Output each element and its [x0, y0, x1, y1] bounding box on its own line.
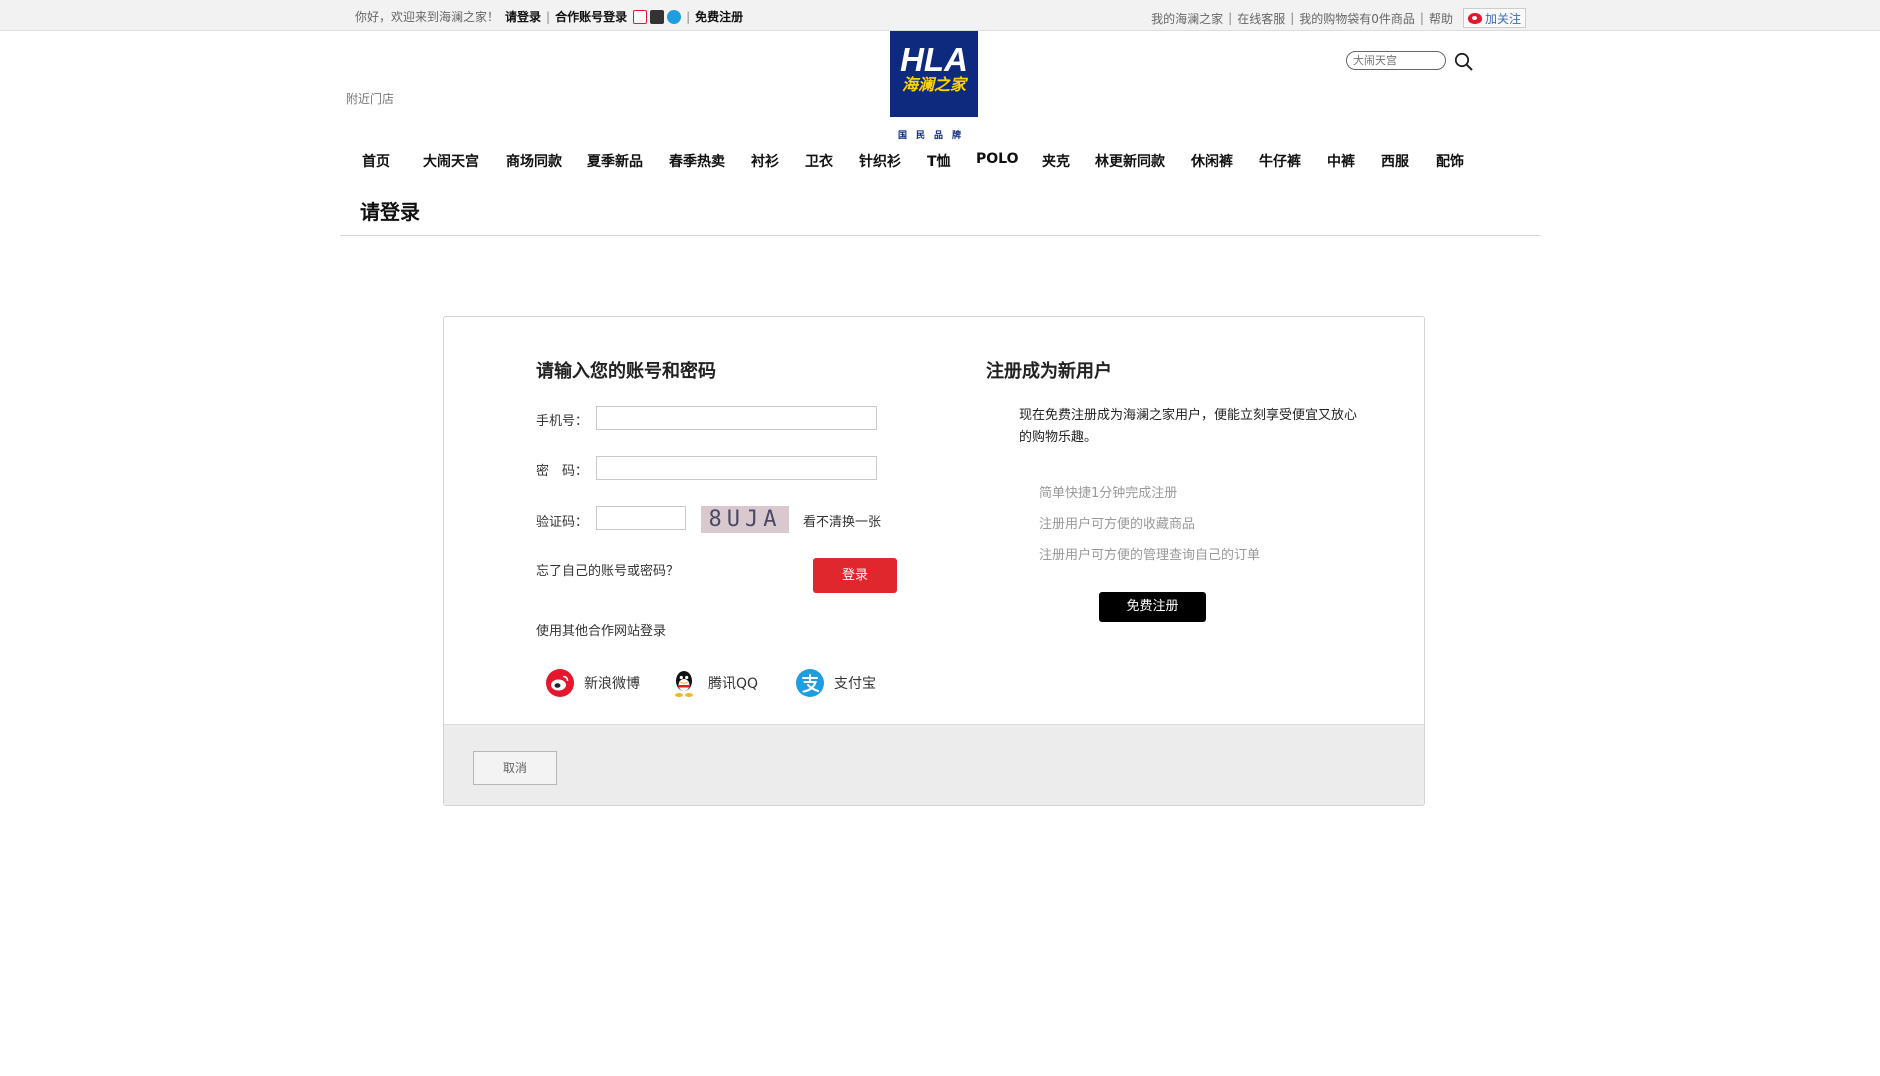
- follow-label: 加关注: [1484, 11, 1521, 26]
- register-description: 现在免费注册成为海澜之家用户，便能立刻享受便宜又放心的购物乐趣。: [1019, 408, 1358, 445]
- register-benefit: 注册用户可方便的管理查询自己的订单: [1039, 548, 1261, 563]
- cancel-button[interactable]: 取消: [473, 751, 557, 785]
- captcha-label: 验证码：: [536, 515, 589, 530]
- alipay-icon: [796, 669, 824, 697]
- nav-item[interactable]: 春季热卖: [669, 151, 725, 171]
- separator: |: [1290, 11, 1295, 25]
- register-title: 注册成为新用户: [986, 361, 1112, 382]
- weibo-mini-icon[interactable]: [633, 9, 648, 24]
- phone-label: 手机号：: [536, 414, 589, 429]
- alipay-label: 支付宝: [834, 676, 876, 692]
- alipay-login[interactable]: 支付宝: [795, 668, 876, 698]
- nav-item[interactable]: 卫衣: [805, 151, 833, 171]
- separator: |: [546, 9, 551, 24]
- search-input[interactable]: [1346, 51, 1446, 70]
- nav-item[interactable]: 配饰: [1436, 151, 1464, 171]
- weibo-login[interactable]: 新浪微博: [545, 668, 640, 698]
- phone-input[interactable]: [596, 406, 877, 430]
- cart-link[interactable]: 我的购物袋有0件商品: [1299, 10, 1415, 27]
- nav-item[interactable]: 针织衫: [859, 151, 901, 171]
- welcome-text: 你好，欢迎来到海澜之家！: [355, 10, 500, 24]
- nav-item[interactable]: 牛仔裤: [1259, 151, 1301, 171]
- password-input[interactable]: [596, 456, 877, 480]
- login-panel: 请输入您的账号和密码 手机号： 密 码： 验证码： 8UJA 看不清换一张 忘了…: [443, 316, 1425, 806]
- main-nav: 首页 大闹天宫 商场同款 夏季新品 春季热卖 衬衫 卫衣 针织衫 T恤 POLO…: [340, 151, 1470, 171]
- partner-login-title: 使用其他合作网站登录: [536, 624, 667, 639]
- nav-item[interactable]: 林更新同款: [1095, 151, 1165, 171]
- nav-item[interactable]: 中裤: [1327, 151, 1355, 171]
- login-button[interactable]: 登录: [813, 558, 897, 593]
- hla-logo[interactable]: HLA 海澜之家: [890, 31, 978, 117]
- search-icon[interactable]: [1454, 52, 1474, 72]
- qq-icon: [675, 671, 693, 697]
- nav-item[interactable]: 首页: [362, 151, 390, 171]
- nav-item[interactable]: T恤: [927, 151, 951, 171]
- qq-label: 腾讯QQ: [708, 676, 759, 692]
- follow-button[interactable]: 加关注: [1462, 8, 1526, 28]
- top-bar-left: 你好，欢迎来到海澜之家！ 请登录 | 合作账号登录 | 免费注册: [355, 8, 743, 25]
- captcha-input[interactable]: [596, 506, 686, 530]
- nav-item[interactable]: 夏季新品: [587, 151, 643, 171]
- logo-text: HLA: [900, 41, 968, 78]
- logo-cn-text: 海澜之家: [901, 75, 966, 94]
- password-label: 密 码：: [536, 464, 589, 479]
- weibo-label: 新浪微博: [584, 676, 640, 692]
- nav-item[interactable]: 西服: [1381, 151, 1409, 171]
- refresh-captcha-link[interactable]: 看不清换一张: [803, 511, 881, 530]
- login-link[interactable]: 请登录: [505, 8, 541, 25]
- forgot-password-link[interactable]: 忘了自己的账号或密码？: [536, 560, 679, 579]
- title-divider: [340, 235, 1541, 236]
- logo-tagline: 国民品牌: [897, 131, 970, 141]
- panel-footer: 取消: [444, 724, 1424, 805]
- qq-mini-icon[interactable]: [650, 9, 665, 24]
- my-hla-link[interactable]: 我的海澜之家: [1151, 10, 1223, 27]
- nav-item[interactable]: 大闹天宫: [423, 151, 479, 171]
- register-link[interactable]: 免费注册: [695, 8, 743, 25]
- separator: |: [1419, 11, 1424, 25]
- captcha-image[interactable]: 8UJA: [701, 506, 789, 533]
- separator: |: [686, 9, 691, 24]
- top-bar: 你好，欢迎来到海澜之家！ 请登录 | 合作账号登录 | 免费注册 我的海澜之家 …: [0, 0, 1880, 31]
- nav-item[interactable]: 衬衫: [751, 151, 779, 171]
- separator: |: [1228, 11, 1233, 25]
- top-bar-right: 我的海澜之家 | 在线客服 | 我的购物袋有0件商品 | 帮助 加关注: [1151, 8, 1526, 28]
- login-title: 请输入您的账号和密码: [536, 361, 716, 382]
- alipay-mini-icon[interactable]: [667, 9, 682, 24]
- weibo-icon: [546, 669, 574, 697]
- register-button[interactable]: 免费注册: [1099, 592, 1206, 622]
- page-title: 请登录: [360, 200, 420, 224]
- nav-item[interactable]: 商场同款: [506, 151, 562, 171]
- help-link[interactable]: 帮助: [1429, 10, 1453, 27]
- partner-login-link[interactable]: 合作账号登录: [555, 8, 627, 25]
- register-benefit: 简单快捷1分钟完成注册: [1039, 486, 1178, 501]
- nav-item[interactable]: 夹克: [1042, 151, 1070, 171]
- nav-item[interactable]: POLO: [976, 151, 1019, 167]
- online-service-link[interactable]: 在线客服: [1237, 10, 1285, 27]
- qq-login[interactable]: 腾讯QQ: [669, 668, 758, 698]
- weibo-icon: [1467, 12, 1482, 24]
- nav-item[interactable]: 休闲裤: [1191, 151, 1233, 171]
- near-store-link[interactable]: 附近门店: [346, 90, 394, 107]
- register-benefit: 注册用户可方便的收藏商品: [1039, 517, 1196, 532]
